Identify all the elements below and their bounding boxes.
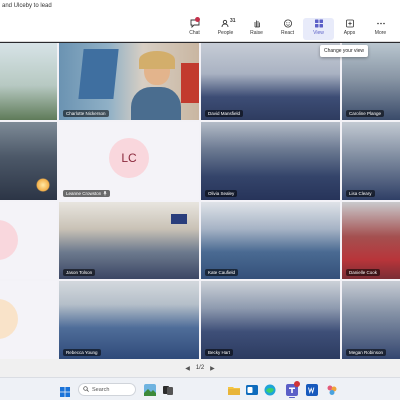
view-button[interactable]: View xyxy=(303,18,334,40)
participant-name-tag: Becky Hart xyxy=(205,349,234,356)
video-tile[interactable] xyxy=(0,202,57,279)
participant-name: Caroline Plange xyxy=(349,111,382,116)
meeting-toolbar: Chat 31 People Raise React View Apps Mor… xyxy=(179,17,396,40)
more-label: More xyxy=(374,30,387,36)
participant-name: Becky Hart xyxy=(208,350,231,355)
participant-name-tag: Megan Robinson xyxy=(346,349,387,356)
lamp-light xyxy=(36,178,50,192)
participant-name-tag: Leanne Crowston xyxy=(63,190,111,197)
search-icon xyxy=(83,385,89,394)
active-app-indicator xyxy=(289,396,295,398)
video-tile[interactable]: Olivia Sealey xyxy=(201,122,340,200)
participant-name: Lisa Cleary xyxy=(349,191,372,196)
background-wall xyxy=(181,63,199,103)
chat-button[interactable]: Chat xyxy=(179,17,210,40)
participant-name-tag: Olivia Sealey xyxy=(205,190,238,197)
edge-browser-icon[interactable] xyxy=(264,383,276,396)
more-button[interactable]: More xyxy=(365,18,396,40)
video-tile[interactable]: Becky Hart xyxy=(201,281,340,359)
avatar xyxy=(0,299,18,339)
react-button[interactable]: React xyxy=(272,18,303,40)
participant-name-tag: Caroline Plange xyxy=(346,110,385,117)
windows-taskbar: Search xyxy=(0,377,400,400)
view-label: View xyxy=(313,30,324,36)
participant-name: Danielle Cook xyxy=(349,270,378,275)
video-tile[interactable]: LC Leanne Crowston xyxy=(59,122,199,200)
raise-hand-button[interactable]: Raise xyxy=(241,18,272,40)
video-grid: Charlotte Nickerson David Mansfield Caro… xyxy=(0,43,400,359)
file-explorer-icon[interactable] xyxy=(228,383,240,395)
people-label: People xyxy=(217,30,234,36)
page-indicator: 1/2 xyxy=(195,365,205,371)
react-icon xyxy=(282,18,294,28)
search-label: Search xyxy=(92,386,110,393)
apps-button[interactable]: Apps xyxy=(334,18,365,40)
participant-name: Jason Tolson xyxy=(66,270,93,275)
page-navigator: ◀ 1/2 ▶ xyxy=(0,359,400,377)
participant-name-tag: David Mansfield xyxy=(205,110,244,117)
chat-label: Chat xyxy=(189,30,200,36)
participant-name-tag: Danielle Cook xyxy=(346,269,381,276)
word-icon[interactable] xyxy=(306,383,318,396)
person-hair xyxy=(139,51,175,69)
avatar: LC xyxy=(109,138,149,178)
paint-app-icon[interactable] xyxy=(326,383,338,395)
task-view-icon[interactable] xyxy=(162,383,174,395)
participant-name-tag: Jason Tolson xyxy=(63,269,96,276)
meeting-header: and Ulceby to lead Chat 31 People Raise xyxy=(0,0,400,42)
participant-name-tag: Charlotte Nickerson xyxy=(63,110,109,117)
participant-name: David Mansfield xyxy=(208,111,241,116)
participant-name: Kate Caufield xyxy=(208,270,236,275)
participant-name-tag: Lisa Cleary xyxy=(346,190,375,197)
video-tile[interactable]: Charlotte Nickerson xyxy=(59,43,199,120)
participant-name: Megan Robinson xyxy=(349,350,384,355)
raise-hand-icon xyxy=(251,18,263,28)
held-book xyxy=(78,49,119,99)
video-tile[interactable]: Kate Caufield xyxy=(201,202,340,279)
participant-name: Olivia Sealey xyxy=(208,191,235,196)
video-tile[interactable]: Jason Tolson xyxy=(59,202,199,279)
react-label: React xyxy=(280,30,295,36)
previous-page-icon[interactable]: ◀ xyxy=(185,365,190,372)
windows-start-icon[interactable] xyxy=(60,384,70,397)
video-tile[interactable]: Danielle Cook xyxy=(342,202,400,279)
taskbar-search[interactable]: Search xyxy=(78,383,136,396)
apps-icon xyxy=(344,18,356,28)
next-page-icon[interactable]: ▶ xyxy=(210,365,215,372)
participant-count: 31 xyxy=(230,18,236,24)
apps-label: Apps xyxy=(343,30,356,36)
participant-name: Rebecca Young xyxy=(66,350,98,355)
video-tile[interactable] xyxy=(0,122,57,200)
participant-name-tag: Rebecca Young xyxy=(63,349,101,356)
video-tile[interactable] xyxy=(0,43,57,120)
video-tile[interactable]: Lisa Cleary xyxy=(342,122,400,200)
landscape-app-icon[interactable] xyxy=(144,383,156,396)
video-tile[interactable]: Megan Robinson xyxy=(342,281,400,359)
teams-icon[interactable] xyxy=(286,381,300,398)
view-tooltip: Change your view xyxy=(320,45,369,57)
participant-name: Charlotte Nickerson xyxy=(66,111,106,116)
view-grid-icon xyxy=(313,18,325,28)
microphone-icon xyxy=(103,191,107,196)
people-button[interactable]: 31 People xyxy=(210,18,241,40)
chat-notification-dot xyxy=(195,17,200,22)
participant-name-tag: Kate Caufield xyxy=(205,269,239,276)
flag xyxy=(171,214,187,224)
window-title: and Ulceby to lead xyxy=(2,3,52,9)
person-body xyxy=(131,87,181,120)
teams-notification-badge xyxy=(294,381,300,387)
video-tile[interactable] xyxy=(0,281,57,359)
more-icon xyxy=(375,18,387,28)
video-tile[interactable]: Rebecca Young xyxy=(59,281,199,359)
outlook-icon[interactable] xyxy=(246,383,258,395)
participant-name: Leanne Crowston xyxy=(66,191,102,196)
avatar xyxy=(0,220,18,260)
raise-label: Raise xyxy=(250,30,263,36)
